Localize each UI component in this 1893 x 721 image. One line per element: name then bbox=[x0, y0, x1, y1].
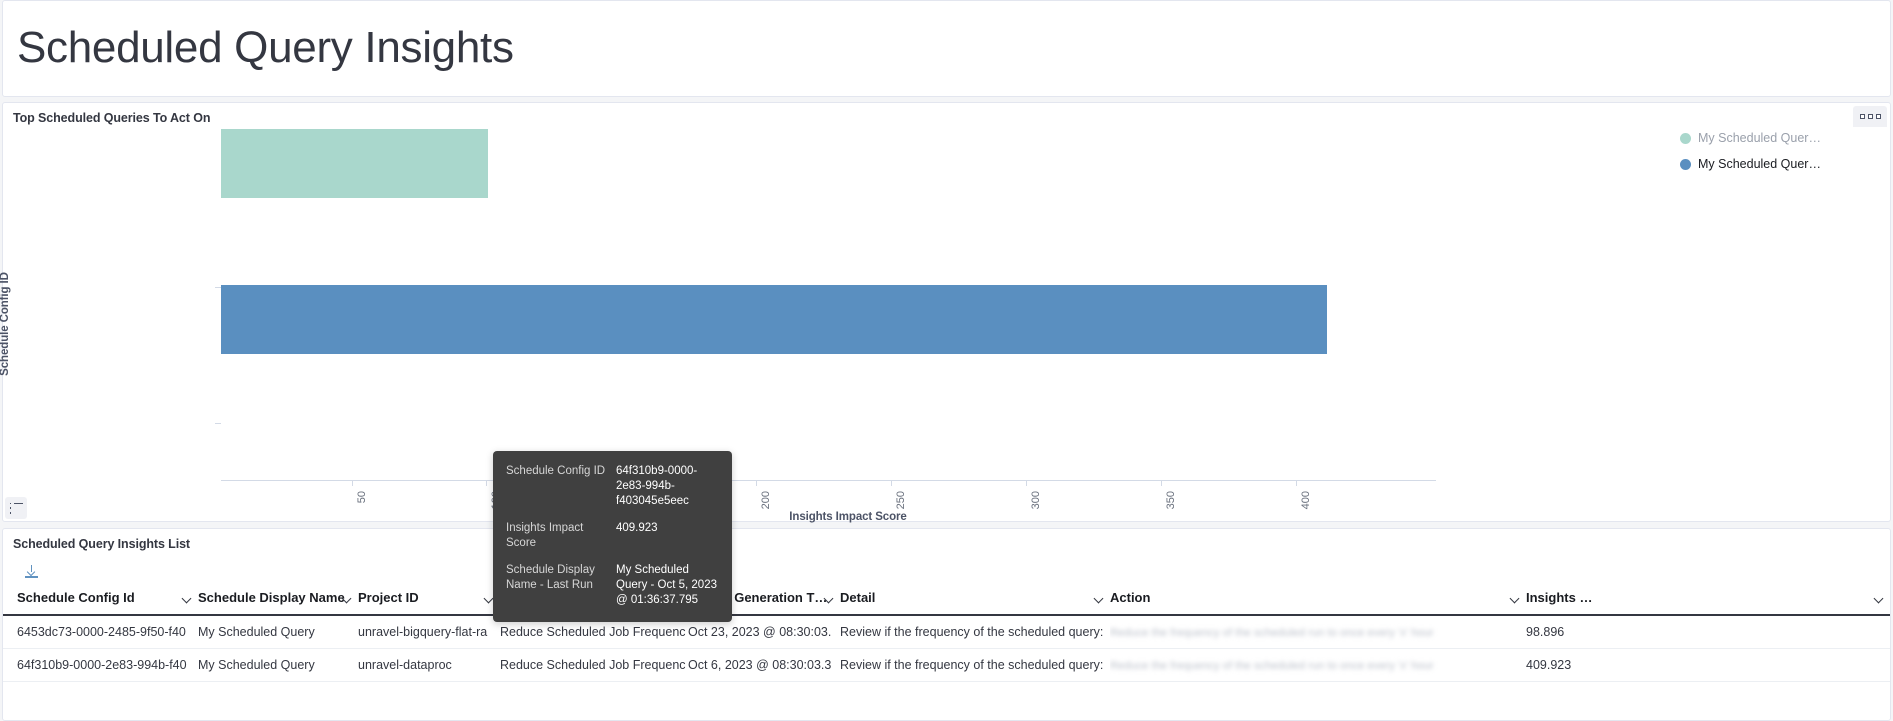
app-root: Scheduled Query Insights Top Scheduled Q… bbox=[0, 0, 1893, 721]
table-panel-title: Scheduled Query Insights List bbox=[13, 537, 190, 551]
chevron-down-icon[interactable] bbox=[483, 593, 494, 603]
cell-action: Reduce the frequency of the scheduled ru… bbox=[1110, 615, 1526, 649]
chart-panel-title: Top Scheduled Queries To Act On bbox=[13, 111, 211, 125]
legend-label: My Scheduled Quer… bbox=[1698, 131, 1821, 145]
cell-detail: Review if the frequency of the scheduled… bbox=[840, 615, 1110, 649]
x-axis-tick bbox=[891, 480, 892, 486]
tooltip-row: Schedule Config ID 64f310b9-0000-2e83-99… bbox=[506, 464, 718, 509]
column-header-label: Project ID bbox=[358, 590, 419, 605]
page-header-panel: Scheduled Query Insights bbox=[2, 0, 1891, 97]
column-header-detail[interactable]: Detail bbox=[840, 581, 1110, 616]
x-axis-tick bbox=[1026, 480, 1027, 486]
cell-schedule-config-id: 6453dc73-0000-2485-9f50-f40 bbox=[3, 615, 198, 649]
column-header-action[interactable]: Action bbox=[1110, 581, 1526, 616]
column-header-label: Schedule Config Id bbox=[17, 590, 135, 605]
bars-container bbox=[221, 129, 1436, 480]
tooltip-key: Insights Impact Score bbox=[506, 522, 584, 549]
chart-panel: Top Scheduled Queries To Act On My Sched… bbox=[0, 102, 1891, 622]
redacted-action-text: Reduce the frequency of the scheduled ru… bbox=[1110, 627, 1434, 639]
x-tick-label: 300 bbox=[1030, 491, 1042, 510]
table-panel: Scheduled Query Insights List Schedule C… bbox=[2, 528, 1891, 721]
column-header-schedule-config-id[interactable]: Schedule Config Id bbox=[3, 581, 198, 616]
y-axis-title: Schedule Config ID bbox=[0, 272, 11, 376]
cell-schedule-config-id: 64f310b9-0000-2e83-994b-f40 bbox=[3, 648, 198, 682]
chevron-down-icon[interactable] bbox=[1093, 593, 1104, 603]
tooltip-key: Schedule Display Name - Last Run bbox=[506, 564, 595, 591]
cell-detail: Review if the frequency of the scheduled… bbox=[840, 648, 1110, 682]
cell-action: Reduce the frequency of the scheduled ru… bbox=[1110, 648, 1526, 682]
column-header-label: Detail bbox=[840, 590, 876, 605]
cell-insight-generation-time: Oct 6, 2023 @ 08:30:03.3 bbox=[688, 648, 840, 682]
table-row[interactable]: 6453dc73-0000-2485-9f50-f40 My Scheduled… bbox=[3, 615, 1890, 649]
x-tick-label: 350 bbox=[1165, 491, 1177, 510]
table-header-row: Schedule Config Id Schedule Display Name… bbox=[3, 581, 1890, 616]
cell-schedule-display-name: My Scheduled Query bbox=[198, 648, 358, 682]
cell-insights-impact-score: 98.896 bbox=[1526, 615, 1890, 649]
chart-plot-area: Schedule Config ID 6453dc73-0000-2485-9f… bbox=[0, 129, 1693, 523]
bar-series-1[interactable] bbox=[221, 129, 488, 198]
download-icon[interactable] bbox=[21, 561, 41, 581]
x-axis-tick bbox=[352, 480, 353, 486]
table-row[interactable]: 64f310b9-0000-2e83-994b-f40 My Scheduled… bbox=[3, 648, 1890, 682]
column-header-project-id[interactable]: Project ID bbox=[358, 581, 500, 616]
grid-menu-icon[interactable] bbox=[1853, 106, 1887, 127]
x-tick-label: 400 bbox=[1300, 491, 1312, 510]
x-tick-label: 50 bbox=[356, 491, 368, 504]
x-tick-label: 250 bbox=[895, 491, 907, 510]
cell-project-id: unravel-bigquery-flat-ra bbox=[358, 615, 500, 649]
chart-tooltip: Schedule Config ID 64f310b9-0000-2e83-99… bbox=[493, 451, 732, 622]
cell-insights-impact-score: 409.923 bbox=[1526, 648, 1890, 682]
cell-schedule-display-name: My Scheduled Query bbox=[198, 615, 358, 649]
redacted-action-text: Reduce the frequency of the scheduled ru… bbox=[1110, 660, 1434, 672]
x-axis-line bbox=[221, 480, 1436, 481]
x-axis-title: Insights Impact Score bbox=[789, 511, 907, 523]
x-axis-tick bbox=[756, 480, 757, 486]
x-axis-tick bbox=[1296, 480, 1297, 486]
legend-label: My Scheduled Quer… bbox=[1698, 157, 1821, 171]
tooltip-value: My Scheduled Query - Oct 5, 2023 @ 01:36… bbox=[616, 564, 717, 606]
insights-table: Schedule Config Id Schedule Display Name… bbox=[3, 581, 1890, 682]
cell-project-id: unravel-dataproc bbox=[358, 648, 500, 682]
column-header-insights-impact-score[interactable]: Insights … bbox=[1526, 581, 1890, 616]
x-tick-label: 200 bbox=[760, 491, 772, 510]
page-title: Scheduled Query Insights bbox=[17, 23, 514, 73]
column-header-schedule-display-name[interactable]: Schedule Display Name bbox=[198, 581, 358, 616]
chart-legend: My Scheduled Quer… My Scheduled Quer… bbox=[1680, 125, 1880, 177]
column-header-label: Insights … bbox=[1526, 590, 1593, 605]
tooltip-key: Schedule Config ID bbox=[506, 465, 606, 477]
column-header-label: Action bbox=[1110, 590, 1151, 605]
x-axis-tick bbox=[486, 480, 487, 486]
legend-item[interactable]: My Scheduled Quer… bbox=[1680, 151, 1880, 177]
chevron-down-icon[interactable] bbox=[1873, 593, 1884, 603]
chevron-down-icon[interactable] bbox=[1509, 593, 1520, 603]
tooltip-row: Insights Impact Score 409.923 bbox=[506, 521, 718, 551]
tooltip-value: 64f310b9-0000-2e83-994b-f403045e5eec bbox=[616, 465, 698, 507]
x-axis-tick bbox=[1161, 480, 1162, 486]
column-header-label: Schedule Display Name bbox=[198, 590, 345, 605]
tooltip-row: Schedule Display Name - Last Run My Sche… bbox=[506, 563, 718, 608]
cell-insight-name: Reduce Scheduled Job Frequenc bbox=[500, 648, 688, 682]
chevron-down-icon[interactable] bbox=[181, 593, 192, 603]
bar-series-2[interactable] bbox=[221, 285, 1327, 354]
legend-item[interactable]: My Scheduled Quer… bbox=[1680, 125, 1880, 151]
tooltip-value: 409.923 bbox=[616, 522, 658, 534]
